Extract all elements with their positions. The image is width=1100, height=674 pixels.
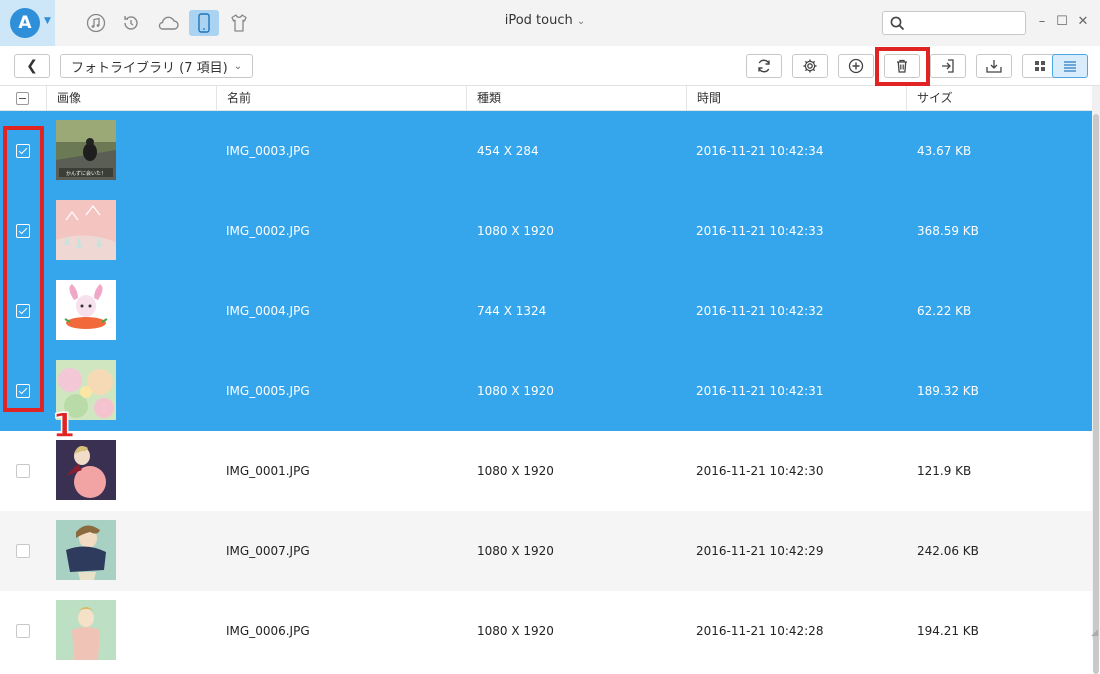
device-title-label: iPod touch [505, 13, 573, 28]
file-size: 121.9 KB [917, 431, 971, 511]
app-logo[interactable]: A ▼ [0, 0, 55, 46]
settings-button[interactable] [792, 54, 828, 78]
delete-highlight-box [875, 47, 930, 86]
library-label: フォトライブラリ (7 項目) [71, 57, 228, 76]
file-size: 194.21 KB [917, 591, 979, 671]
device-icon[interactable] [189, 10, 219, 36]
file-time: 2016-11-21 10:42:33 [696, 191, 823, 271]
file-size: 242.06 KB [917, 511, 979, 591]
file-size: 62.22 KB [917, 271, 971, 351]
row-checkbox[interactable] [16, 544, 30, 558]
file-dimensions: 1080 X 1920 [477, 191, 554, 271]
file-time: 2016-11-21 10:42:28 [696, 591, 823, 671]
export-to-device-button[interactable] [930, 54, 966, 78]
header-time[interactable]: 時間 [686, 86, 906, 111]
resize-grip-icon[interactable]: ◢ [1091, 628, 1098, 638]
list-view-icon [1063, 60, 1077, 72]
chevron-down-icon: ⌄ [234, 61, 242, 72]
scrollbar-thumb[interactable] [1093, 114, 1099, 674]
file-dimensions: 454 X 284 [477, 111, 539, 191]
grid-view-icon [1034, 60, 1046, 72]
table-row[interactable]: IMG_0002.JPG 1080 X 1920 2016-11-21 10:4… [0, 191, 1092, 271]
add-button[interactable] [838, 54, 874, 78]
table-row[interactable]: IMG_0006.JPG 1080 X 1920 2016-11-21 10:4… [0, 591, 1092, 671]
music-note-icon[interactable] [83, 10, 109, 36]
file-name: IMG_0007.JPG [226, 511, 310, 591]
file-name: IMG_0005.JPG [226, 351, 310, 431]
file-name: IMG_0003.JPG [226, 111, 310, 191]
close-button[interactable]: ✕ [1075, 14, 1091, 29]
add-icon [848, 58, 864, 74]
file-name: IMG_0004.JPG [226, 271, 310, 351]
maximize-button[interactable]: ☐ [1054, 14, 1070, 29]
checkbox-highlight-box [3, 126, 44, 412]
refresh-icon [756, 58, 772, 74]
toolbar: ❮ フォトライブラリ (7 項目) ⌄ [0, 46, 1100, 86]
file-name: IMG_0002.JPG [226, 191, 310, 271]
header-type[interactable]: 種類 [466, 86, 686, 111]
file-time: 2016-11-21 10:42:32 [696, 271, 823, 351]
photo-thumbnail[interactable] [56, 600, 116, 660]
file-name: IMG_0006.JPG [226, 591, 310, 671]
file-time: 2016-11-21 10:42:29 [696, 511, 823, 591]
file-dimensions: 1080 X 1920 [477, 351, 554, 431]
photo-thumbnail[interactable] [56, 440, 116, 500]
photo-thumbnail[interactable]: かんずに会いた！ [56, 120, 116, 180]
select-all-checkbox[interactable] [16, 92, 29, 105]
search-input[interactable] [882, 11, 1026, 35]
photo-list: かんずに会いた！ IMG_0003.JPG 454 X 284 2016-11-… [0, 111, 1092, 671]
cloud-icon[interactable] [155, 10, 181, 36]
file-name: IMG_0001.JPG [226, 431, 310, 511]
table-header: 画像 名前 種類 時間 サイズ [0, 86, 1100, 111]
settings-icon [802, 58, 818, 74]
file-time: 2016-11-21 10:42:30 [696, 431, 823, 511]
shirt-icon[interactable] [226, 10, 252, 36]
list-view-button[interactable] [1052, 54, 1088, 78]
chevron-down-icon: ▼ [44, 16, 51, 26]
search-icon [890, 16, 905, 31]
back-button[interactable]: ❮ [14, 54, 50, 78]
row-checkbox[interactable] [16, 464, 30, 478]
device-title[interactable]: iPod touch ⌄ [470, 13, 620, 28]
header-image[interactable]: 画像 [46, 86, 216, 111]
file-dimensions: 1080 X 1920 [477, 591, 554, 671]
table-row[interactable]: IMG_0007.JPG 1080 X 1920 2016-11-21 10:4… [0, 511, 1092, 591]
title-bar: A ▼ iPod touch ⌄ – ☐ ✕ [0, 0, 1100, 46]
step-1-marker: 1 [52, 406, 76, 446]
file-dimensions: 1080 X 1920 [477, 431, 554, 511]
chevron-left-icon: ❮ [26, 58, 38, 74]
file-dimensions: 1080 X 1920 [477, 511, 554, 591]
photo-thumbnail[interactable] [56, 520, 116, 580]
file-size: 189.32 KB [917, 351, 979, 431]
header-size[interactable]: サイズ [906, 86, 1092, 111]
file-dimensions: 744 X 1324 [477, 271, 546, 351]
history-icon[interactable] [118, 10, 144, 36]
thumbnail-caption: かんずに会いた！ [66, 170, 106, 177]
minimize-button[interactable]: – [1034, 14, 1050, 29]
table-row[interactable]: IMG_0005.JPG 1080 X 1920 2016-11-21 10:4… [0, 351, 1092, 431]
photo-thumbnail[interactable] [56, 280, 116, 340]
export-to-pc-icon [985, 58, 1003, 74]
row-checkbox[interactable] [16, 624, 30, 638]
export-to-pc-button[interactable] [976, 54, 1012, 78]
export-to-device-icon [940, 58, 956, 74]
file-time: 2016-11-21 10:42:34 [696, 111, 823, 191]
photo-thumbnail[interactable] [56, 200, 116, 260]
refresh-button[interactable] [746, 54, 782, 78]
chevron-down-icon: ⌄ [577, 16, 585, 27]
vertical-scrollbar[interactable] [1092, 86, 1100, 640]
library-dropdown[interactable]: フォトライブラリ (7 項目) ⌄ [60, 54, 253, 78]
file-time: 2016-11-21 10:42:31 [696, 351, 823, 431]
app-logo-icon: A [10, 8, 40, 38]
table-row[interactable]: IMG_0004.JPG 744 X 1324 2016-11-21 10:42… [0, 271, 1092, 351]
header-name[interactable]: 名前 [216, 86, 466, 111]
table-row[interactable]: かんずに会いた！ IMG_0003.JPG 454 X 284 2016-11-… [0, 111, 1092, 191]
table-row[interactable]: IMG_0001.JPG 1080 X 1920 2016-11-21 10:4… [0, 431, 1092, 511]
file-size: 43.67 KB [917, 111, 971, 191]
file-size: 368.59 KB [917, 191, 979, 271]
